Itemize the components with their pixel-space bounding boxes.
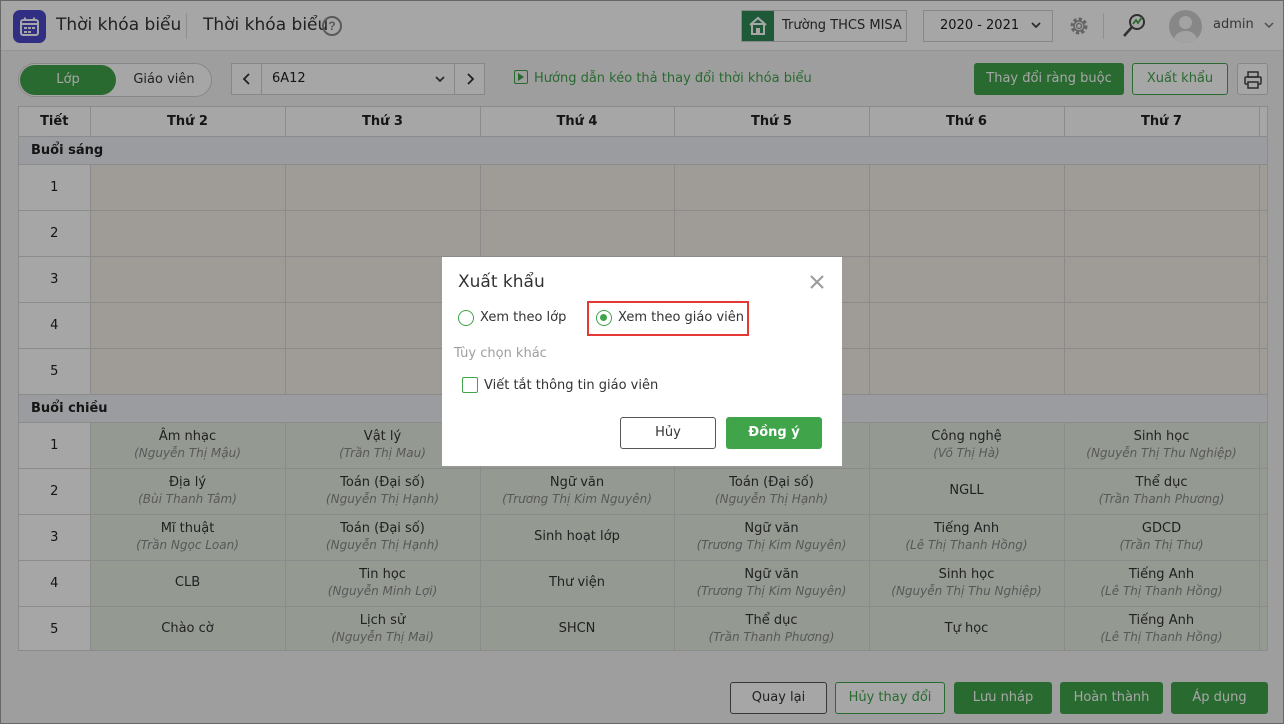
radio-label: Xem theo giáo viên (618, 310, 744, 325)
close-icon[interactable] (808, 273, 826, 291)
confirm-button[interactable]: Đồng ý (726, 417, 822, 449)
export-dialog: Xuất khẩu Xem theo lớp Xem theo giáo viê… (442, 257, 842, 466)
abbreviate-teacher-label[interactable]: Viết tắt thông tin giáo viên (484, 378, 658, 393)
modal-overlay[interactable]: Xuất khẩu Xem theo lớp Xem theo giáo viê… (0, 0, 1284, 724)
radio-view-by-teacher[interactable]: Xem theo giáo viên (596, 309, 746, 329)
radio-label: Xem theo lớp (480, 310, 567, 325)
radio-view-by-class[interactable]: Xem theo lớp (458, 309, 578, 329)
radio-circle-selected (596, 310, 612, 326)
other-options-label: Tùy chọn khác (454, 346, 547, 361)
radio-circle (458, 310, 474, 326)
dialog-title: Xuất khẩu (458, 272, 545, 292)
cancel-button[interactable]: Hủy (620, 417, 716, 449)
abbreviate-teacher-checkbox[interactable] (462, 377, 478, 393)
